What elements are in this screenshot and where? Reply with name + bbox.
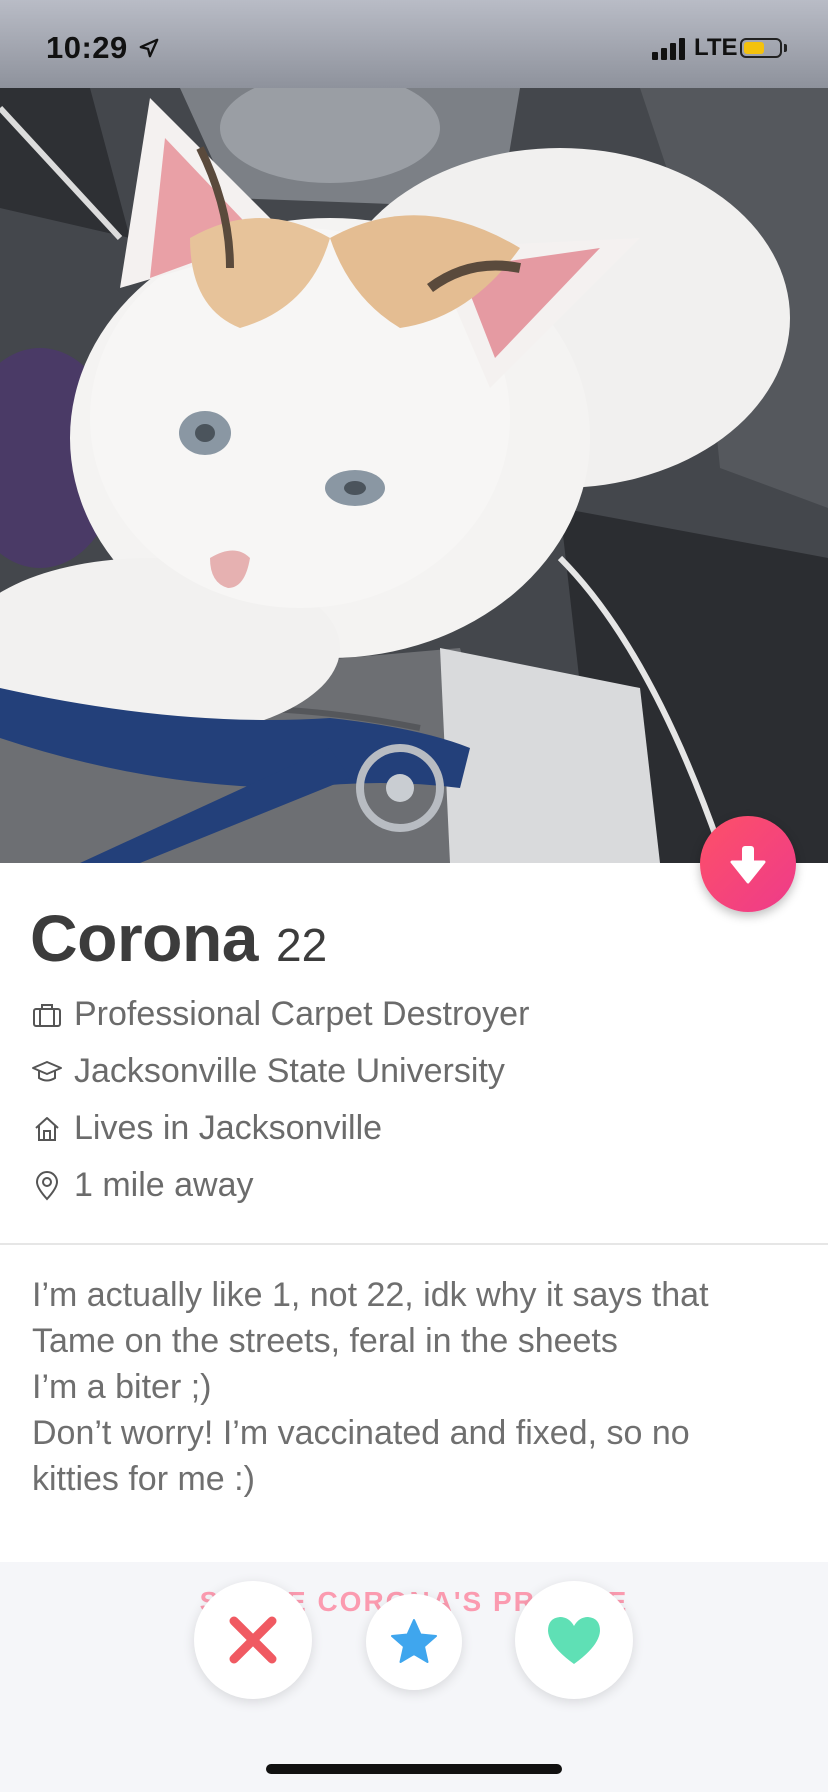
location-arrow-icon bbox=[139, 38, 159, 58]
arrow-down-icon bbox=[730, 846, 766, 884]
divider bbox=[0, 1243, 828, 1245]
star-icon bbox=[391, 1619, 437, 1663]
collapse-profile-button[interactable] bbox=[700, 816, 796, 912]
bio-line: Don’t worry! I’m vaccinated and fixed, s… bbox=[32, 1414, 690, 1452]
graduation-cap-icon bbox=[30, 1055, 64, 1089]
briefcase-icon bbox=[30, 998, 64, 1032]
super-like-button[interactable] bbox=[366, 1594, 462, 1690]
signal-strength-icon bbox=[652, 38, 692, 60]
distance: 1 mile away bbox=[74, 1166, 254, 1204]
profile-header: Corona 22 bbox=[30, 900, 327, 976]
job-title: Professional Carpet Destroyer bbox=[74, 995, 530, 1033]
battery-level bbox=[744, 42, 765, 54]
like-button[interactable] bbox=[515, 1581, 633, 1699]
bio: I’m actually like 1, not 22, idk why it … bbox=[32, 1272, 802, 1502]
battery-nub bbox=[784, 44, 787, 52]
status-bar: 10:29 LTE bbox=[0, 0, 828, 88]
detail-city: Lives in Jacksonville bbox=[30, 1109, 382, 1148]
network-type: LTE bbox=[694, 34, 738, 61]
profile-age: 22 bbox=[276, 919, 328, 971]
school-name: Jacksonville State University bbox=[74, 1052, 505, 1090]
home-icon bbox=[30, 1112, 64, 1146]
nope-button[interactable] bbox=[194, 1581, 312, 1699]
status-time: 10:29 bbox=[46, 30, 128, 65]
location-pin-icon bbox=[30, 1169, 64, 1203]
heart-icon bbox=[548, 1617, 600, 1664]
detail-school: Jacksonville State University bbox=[30, 1052, 505, 1091]
bio-line: I’m a biter ;) bbox=[32, 1368, 212, 1406]
bio-line: I’m actually like 1, not 22, idk why it … bbox=[32, 1276, 709, 1314]
close-icon bbox=[229, 1616, 277, 1664]
kitten-photo-illustration bbox=[0, 88, 828, 863]
profile-name: Corona bbox=[30, 901, 259, 975]
battery-icon bbox=[740, 38, 782, 58]
detail-job: Professional Carpet Destroyer bbox=[30, 995, 529, 1034]
detail-distance: 1 mile away bbox=[30, 1166, 254, 1205]
bio-line: kitties for me :) bbox=[32, 1460, 255, 1498]
city: Lives in Jacksonville bbox=[74, 1109, 383, 1147]
profile-photo[interactable] bbox=[0, 88, 828, 863]
bio-line: Tame on the streets, feral in the sheets bbox=[32, 1322, 618, 1360]
home-indicator[interactable] bbox=[266, 1764, 562, 1774]
